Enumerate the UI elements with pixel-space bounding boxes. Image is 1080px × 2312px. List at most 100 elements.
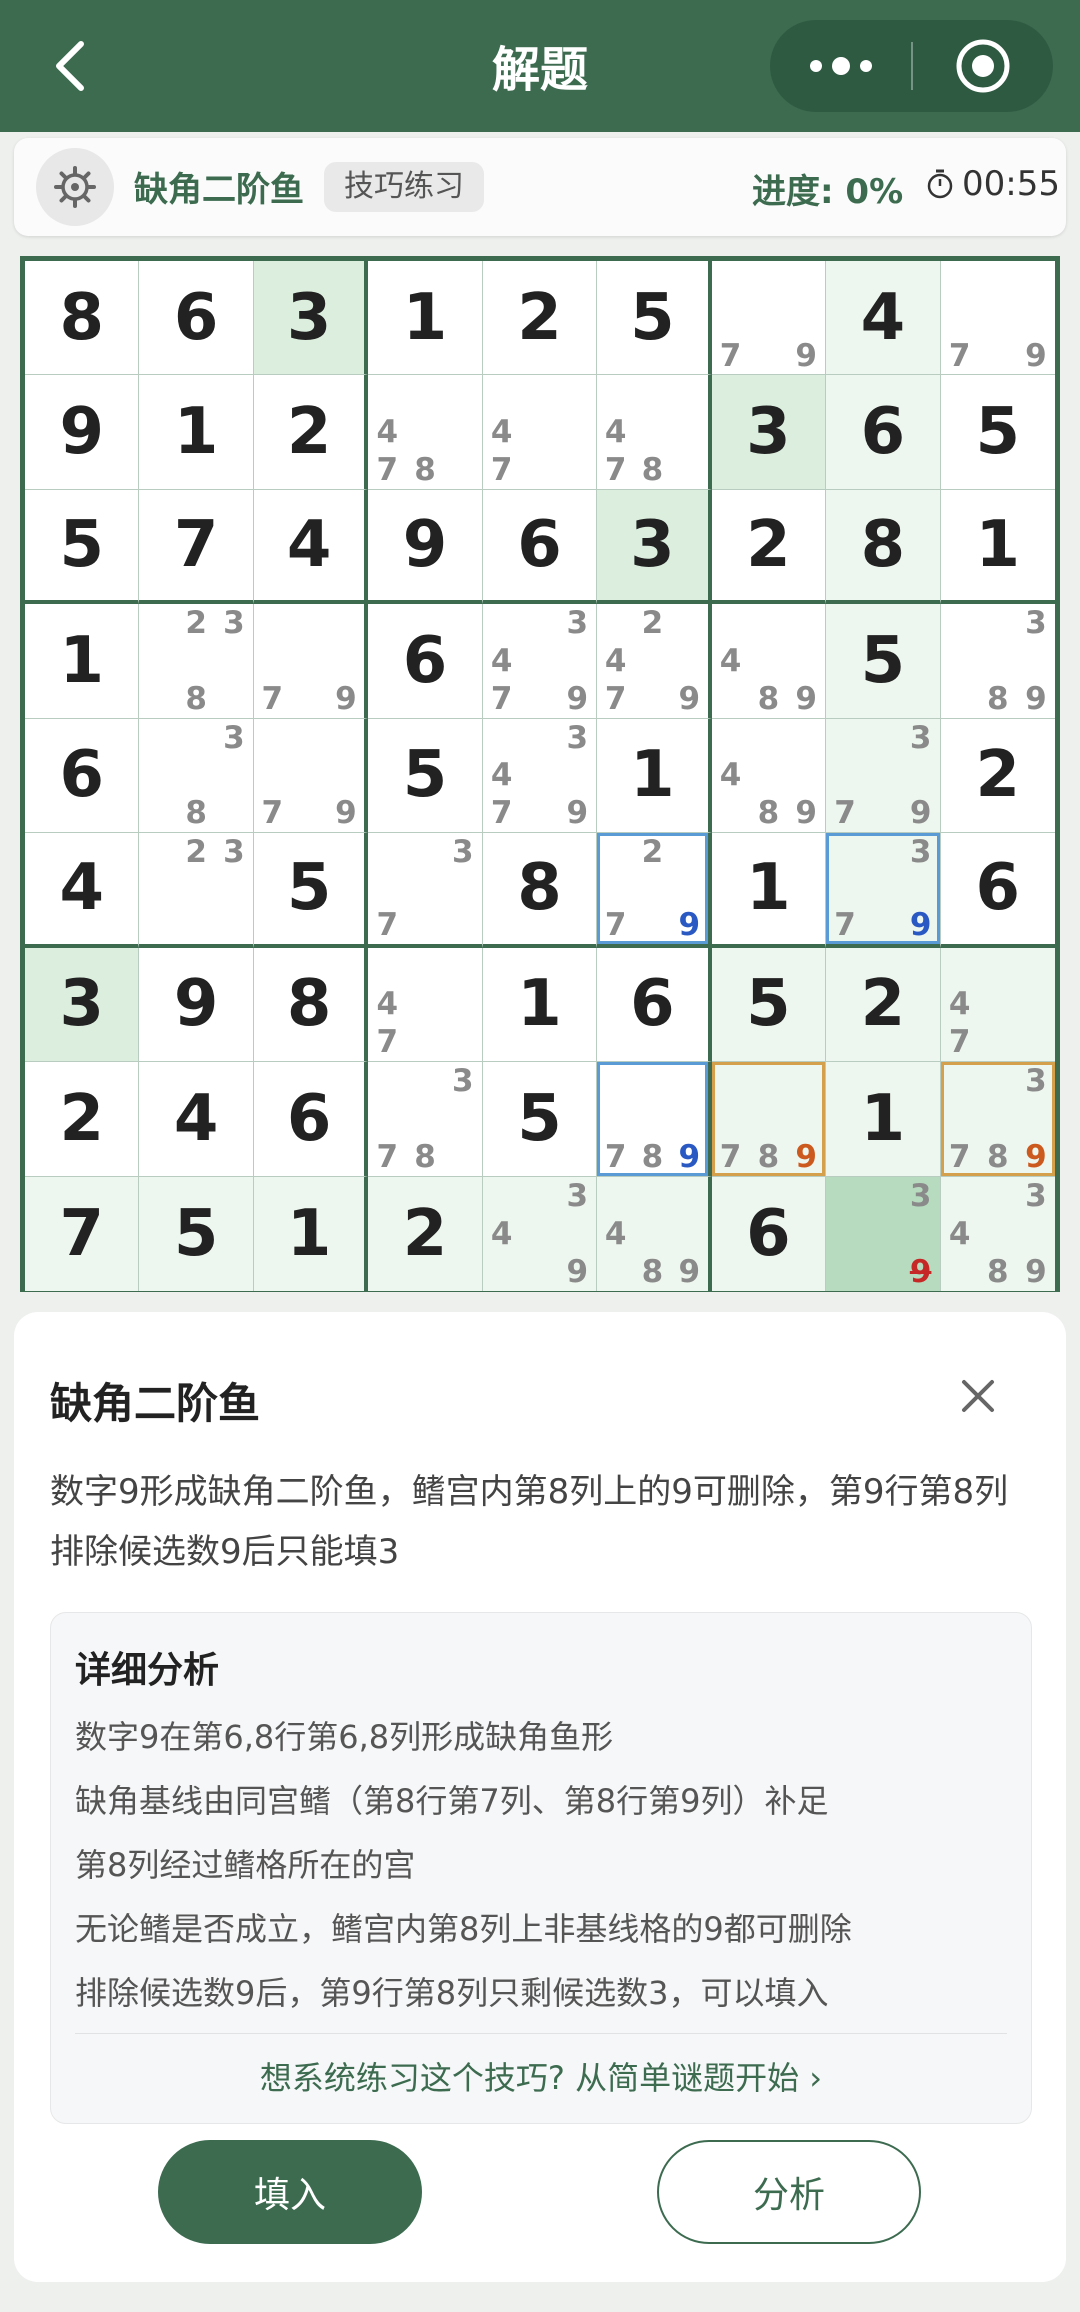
sudoku-cell[interactable]: 6 — [711, 1176, 827, 1291]
sudoku-cell[interactable]: 3 — [253, 261, 369, 376]
analyze-button[interactable]: 分析 — [657, 2140, 921, 2244]
sudoku-cell[interactable]: 5 — [253, 833, 369, 948]
candidate-digit: 9 — [335, 795, 357, 832]
sudoku-cell[interactable]: 5 — [25, 489, 140, 605]
sudoku-cell[interactable]: 2 — [368, 1176, 483, 1291]
sudoku-cell[interactable]: 79 — [253, 604, 369, 719]
sudoku-cell[interactable]: 489 — [711, 718, 827, 834]
sudoku-cell[interactable]: 6 — [139, 261, 254, 376]
sudoku-cell[interactable]: 47 — [482, 375, 598, 490]
sudoku-cell[interactable]: 3 — [597, 489, 712, 605]
sudoku-cell[interactable]: 47 — [368, 947, 483, 1063]
sudoku-cell[interactable]: 6 — [826, 375, 941, 490]
sudoku-cell[interactable]: 1 — [826, 1062, 941, 1177]
sudoku-cell[interactable]: 4 — [826, 261, 941, 376]
sudoku-cell[interactable]: 3 — [25, 947, 140, 1063]
candidate-digit: 3 — [566, 719, 589, 756]
sudoku-cell[interactable]: 4 — [139, 1062, 254, 1177]
cell-value: 5 — [975, 395, 1021, 470]
sudoku-cell[interactable]: 23 — [139, 833, 254, 948]
sudoku-cell[interactable]: 7 — [25, 1176, 140, 1291]
sudoku-cell[interactable]: 5 — [940, 375, 1055, 490]
cell-value: 6 — [746, 1196, 791, 1271]
sudoku-cell[interactable]: 3 7 9 — [826, 718, 941, 834]
sudoku-cell[interactable]: 789 — [711, 1062, 827, 1177]
sudoku-cell[interactable]: 789 — [597, 1062, 712, 1177]
sudoku-cell[interactable]: 9 — [139, 947, 254, 1063]
sudoku-cell[interactable]: 6 — [597, 947, 712, 1063]
sudoku-cell[interactable]: 38 — [139, 718, 254, 834]
sudoku-cell[interactable]: 489 — [711, 604, 827, 719]
sudoku-cell[interactable]: 9 — [368, 489, 483, 605]
sudoku-cell[interactable]: 7 — [139, 489, 254, 605]
sudoku-cell[interactable]: 3 489 — [940, 1176, 1055, 1291]
sudoku-cell[interactable]: 1 — [139, 375, 254, 490]
detail-analysis-box: 详细分析 数字9在第6,8行第6,8列形成缺角鱼形 缺角基线由同宫鳍（第8行第7… — [50, 1612, 1032, 2124]
sudoku-cell[interactable]: 5 — [139, 1176, 254, 1291]
sudoku-cell[interactable]: 4 — [25, 833, 140, 948]
sudoku-cell[interactable]: 478 — [368, 375, 483, 490]
sudoku-cell[interactable]: 5 — [482, 1062, 598, 1177]
sudoku-cell[interactable]: 3 47 9 — [482, 604, 598, 719]
sudoku-cell[interactable]: 23 8 — [139, 604, 254, 719]
sudoku-cell[interactable]: 5 — [597, 261, 712, 376]
sudoku-cell[interactable]: 1 — [253, 1176, 369, 1291]
practice-link[interactable]: 想系统练习这个技巧? 从简单谜题开始 › — [51, 2053, 1031, 2099]
sudoku-cell[interactable]: 2 — [253, 375, 369, 490]
sudoku-cell[interactable]: 79 — [940, 261, 1055, 376]
sudoku-cell[interactable]: 2 — [826, 947, 941, 1063]
sudoku-cell[interactable]: 8 — [826, 489, 941, 605]
more-button[interactable] — [770, 20, 911, 112]
sudoku-cell[interactable]: 6 — [253, 1062, 369, 1177]
sudoku-cell[interactable]: 5 — [826, 604, 941, 719]
detail-line: 数字9在第6,8行第6,8列形成缺角鱼形 — [75, 1718, 614, 1756]
close-hint-button[interactable] — [954, 1372, 1002, 1420]
candidate-digit: 3 — [452, 1063, 474, 1099]
sudoku-cell[interactable]: 2 — [482, 261, 598, 376]
sudoku-cell[interactable]: 1 — [25, 604, 140, 719]
sudoku-cell[interactable]: 1 — [940, 489, 1055, 605]
sudoku-cell[interactable]: 6 — [482, 489, 598, 605]
exit-button[interactable] — [913, 20, 1053, 112]
sudoku-cell[interactable]: 1 — [597, 718, 712, 834]
sudoku-cell[interactable]: 8 — [25, 261, 140, 376]
sudoku-cell[interactable]: 489 — [597, 1176, 712, 1291]
sudoku-cell[interactable]: 5 — [368, 718, 483, 834]
sudoku-cell[interactable]: 37 — [368, 833, 483, 948]
cell-value: 2 — [975, 738, 1021, 813]
sudoku-cell[interactable]: 47 — [940, 947, 1055, 1063]
sudoku-cell[interactable]: 1 — [368, 261, 483, 376]
sudoku-cell[interactable]: 9 — [25, 375, 140, 490]
sudoku-cell[interactable]: 247 9 — [597, 604, 712, 719]
sudoku-cell[interactable]: 3 47 9 — [482, 718, 598, 834]
sudoku-cell[interactable]: 3 4 9 — [482, 1176, 598, 1291]
sudoku-cell[interactable]: 4 — [253, 489, 369, 605]
sudoku-cell[interactable]: 79 — [711, 261, 827, 376]
sudoku-cell[interactable]: 478 — [597, 375, 712, 490]
sudoku-cell[interactable]: 1 — [711, 833, 827, 948]
candidate-digit: 9 — [909, 1253, 932, 1290]
sudoku-cell[interactable]: 8 — [482, 833, 598, 948]
sudoku-cell[interactable]: 39 — [826, 1176, 941, 1291]
sudoku-cell[interactable]: 2 — [711, 489, 827, 605]
cell-value: 3 — [746, 395, 791, 470]
sudoku-cell[interactable]: 5 — [711, 947, 827, 1063]
sudoku-cell[interactable]: 6 — [940, 833, 1055, 948]
sudoku-cell[interactable]: 6 — [25, 718, 140, 834]
sudoku-cell[interactable]: 8 — [253, 947, 369, 1063]
cell-value: 1 — [173, 395, 219, 470]
cell-value: 6 — [402, 624, 448, 699]
sudoku-cell[interactable]: 2 — [25, 1062, 140, 1177]
sudoku-cell[interactable]: 2 — [940, 718, 1055, 834]
sudoku-cell[interactable]: 3 7 9 — [826, 833, 941, 948]
sudoku-cell[interactable]: 3 89 — [940, 604, 1055, 719]
fill-button[interactable]: 填入 — [158, 2140, 422, 2244]
sudoku-cell[interactable]: 3 78 — [368, 1062, 483, 1177]
sudoku-cell[interactable]: 27 9 — [597, 833, 712, 948]
sudoku-cell[interactable]: 1 — [482, 947, 598, 1063]
sudoku-cell[interactable]: 6 — [368, 604, 483, 719]
sudoku-cell[interactable]: 3 789 — [940, 1062, 1055, 1177]
settings-button[interactable] — [36, 148, 114, 226]
sudoku-cell[interactable]: 79 — [253, 718, 369, 834]
sudoku-cell[interactable]: 3 — [711, 375, 827, 490]
